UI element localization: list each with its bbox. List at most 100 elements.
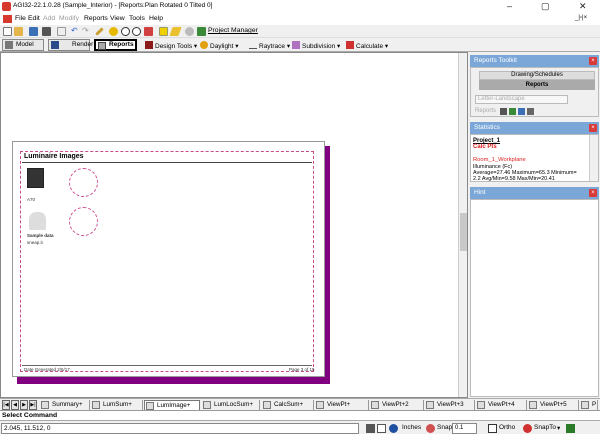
pencil-icon[interactable] [95, 27, 104, 36]
sheet-tab-icon [581, 401, 589, 409]
snapto-label[interactable]: SnapTo [534, 424, 556, 431]
sheet-tab[interactable]: LumImage+ [144, 400, 200, 410]
ortho-label[interactable]: Ortho [499, 424, 515, 431]
copy-icon[interactable] [57, 27, 66, 36]
hint-header: Hint × [470, 187, 599, 199]
calculate-button[interactable]: Calculate ▾ [346, 41, 388, 50]
sheet-tab[interactable]: LumSum+ [91, 400, 143, 410]
new-file-icon[interactable] [3, 27, 12, 36]
snap-value-input[interactable]: 0.1 [452, 423, 477, 434]
reports-mode-button[interactable]: Reports [94, 39, 137, 51]
design-tools-icon [145, 41, 153, 49]
sheet-tab[interactable]: ViewPt+3 [425, 400, 475, 410]
tab-reports[interactable]: Reports [479, 80, 595, 90]
menu-edit[interactable]: Edit [28, 15, 40, 22]
undo-icon[interactable]: ↶ [71, 27, 80, 36]
status-bar: 2.045, 11.512, 0 Inches Snap 0.1 Ortho S… [0, 420, 600, 434]
units-label[interactable]: Inches [402, 424, 421, 431]
report-save-icon[interactable] [518, 108, 525, 115]
paper-size-select[interactable]: Letter-Landscape [475, 95, 568, 104]
menu-add[interactable]: Add [43, 15, 55, 22]
sheet-tab-icon [477, 401, 485, 409]
mdi-controls[interactable]: _|▫|× [575, 15, 587, 21]
grid-icon[interactable] [366, 424, 375, 433]
save-icon[interactable] [29, 27, 38, 36]
marker-icon[interactable] [169, 27, 182, 36]
open-folder-icon[interactable] [14, 27, 23, 36]
sheet-tab[interactable]: ViewPt+ [315, 400, 369, 410]
stats-ratios: 2.2 Avg/Min=9.58 Max/Min=20.41 [473, 176, 555, 182]
stats-calc-pts: Calc Pts [473, 144, 497, 150]
model-mode-button[interactable]: Model [2, 39, 44, 51]
sheet-tab-bar: |◀ ◀ ▶ ▶| Summary+ LumSum+ LumImage+ LumLoc… [0, 398, 600, 410]
layer-icon[interactable] [377, 424, 386, 433]
sheet-tab-label: Summary+ [52, 401, 83, 408]
app-icon [2, 2, 11, 11]
sheet-tab[interactable]: Summary+ [40, 400, 90, 410]
report-print-icon[interactable] [527, 108, 534, 115]
info-icon[interactable] [389, 424, 398, 433]
subdivision-button[interactable]: Subdivision ▾ [292, 41, 340, 50]
report-layout-icon[interactable] [500, 108, 507, 115]
sheet-tab-icon [316, 401, 324, 409]
close-icon[interactable]: ✕ [579, 1, 587, 12]
standard-toolbar: ↶ ↷ Project Manager [0, 25, 600, 38]
model-icon [5, 41, 13, 49]
hint-panel [470, 199, 599, 397]
render-mode-button[interactable]: Render [48, 39, 93, 51]
project-manager-icon[interactable] [197, 27, 206, 36]
menu-view[interactable]: View [110, 15, 125, 22]
next-sheet-button[interactable]: ▶ [20, 400, 28, 410]
sheet-tab[interactable]: ViewPt+2 [370, 400, 424, 410]
raytrace-button[interactable]: Raytrace ▾ [249, 41, 290, 50]
snap-label[interactable]: Snap [437, 424, 452, 431]
sheet-tab[interactable]: CalcSum+ [262, 400, 314, 410]
menu-modify[interactable]: Modify [59, 15, 79, 22]
print-icon[interactable] [42, 27, 51, 36]
statistics-scrollbar[interactable] [589, 135, 598, 181]
luminaire-code-2: sneap.it [27, 240, 43, 245]
menu-reports[interactable]: Reports [84, 15, 108, 22]
status-extra-icon[interactable] [566, 424, 575, 433]
photometric-plot-2 [69, 207, 98, 236]
zoom-extents-icon[interactable] [109, 27, 118, 36]
maximize-icon[interactable]: ▢ [541, 1, 550, 12]
snapto-icon[interactable] [523, 424, 532, 433]
command-line[interactable]: Select Command [0, 410, 600, 420]
sheet-tab[interactable]: ViewPt+5 [528, 400, 579, 410]
sheet-tab[interactable]: ViewPt+4 [476, 400, 527, 410]
tab-drawing-schedules[interactable]: Drawing/Schedules [479, 71, 595, 80]
highlight-icon[interactable] [159, 27, 168, 36]
project-manager-button[interactable]: Project Manager [208, 27, 258, 34]
canvas-vertical-scrollbar[interactable] [458, 53, 467, 397]
report-add-icon[interactable] [509, 108, 516, 115]
zoom-icon[interactable] [121, 27, 130, 36]
zoom-window-icon[interactable] [132, 27, 141, 36]
photometric-plot-1 [69, 168, 98, 197]
snap-icon[interactable] [426, 424, 435, 433]
prev-sheet-button[interactable]: ◀ [11, 400, 19, 410]
subdivision-icon [292, 41, 300, 49]
last-sheet-button[interactable]: ▶| [29, 400, 37, 410]
first-sheet-button[interactable]: |◀ [2, 400, 10, 410]
design-tools-button[interactable]: Design Tools ▾ [145, 41, 197, 50]
sheet-tab[interactable]: LumLocSum+ [202, 400, 260, 410]
redo-icon[interactable]: ↷ [82, 27, 91, 36]
menu-tools[interactable]: Tools [129, 15, 145, 22]
pan-icon[interactable] [144, 27, 153, 36]
reports-toolkit-close-icon[interactable]: × [589, 57, 597, 65]
statistics-header: Statistics × [470, 122, 599, 134]
luminaire-image-2-label: Sample data [27, 233, 54, 238]
hint-close-icon[interactable]: × [589, 189, 597, 197]
minimize-icon[interactable]: – [507, 1, 512, 11]
menu-help[interactable]: Help [149, 15, 163, 22]
scroll-thumb[interactable] [460, 213, 467, 251]
statistics-close-icon[interactable]: × [589, 124, 597, 132]
globe-icon[interactable] [185, 27, 194, 36]
sheet-tab-label: P [592, 401, 597, 408]
sun-icon [200, 41, 208, 49]
ortho-icon[interactable] [488, 424, 497, 433]
daylight-button[interactable]: Daylight ▾ [200, 41, 239, 50]
sheet-tab[interactable]: P [580, 400, 598, 410]
menu-file[interactable]: File [15, 15, 26, 22]
